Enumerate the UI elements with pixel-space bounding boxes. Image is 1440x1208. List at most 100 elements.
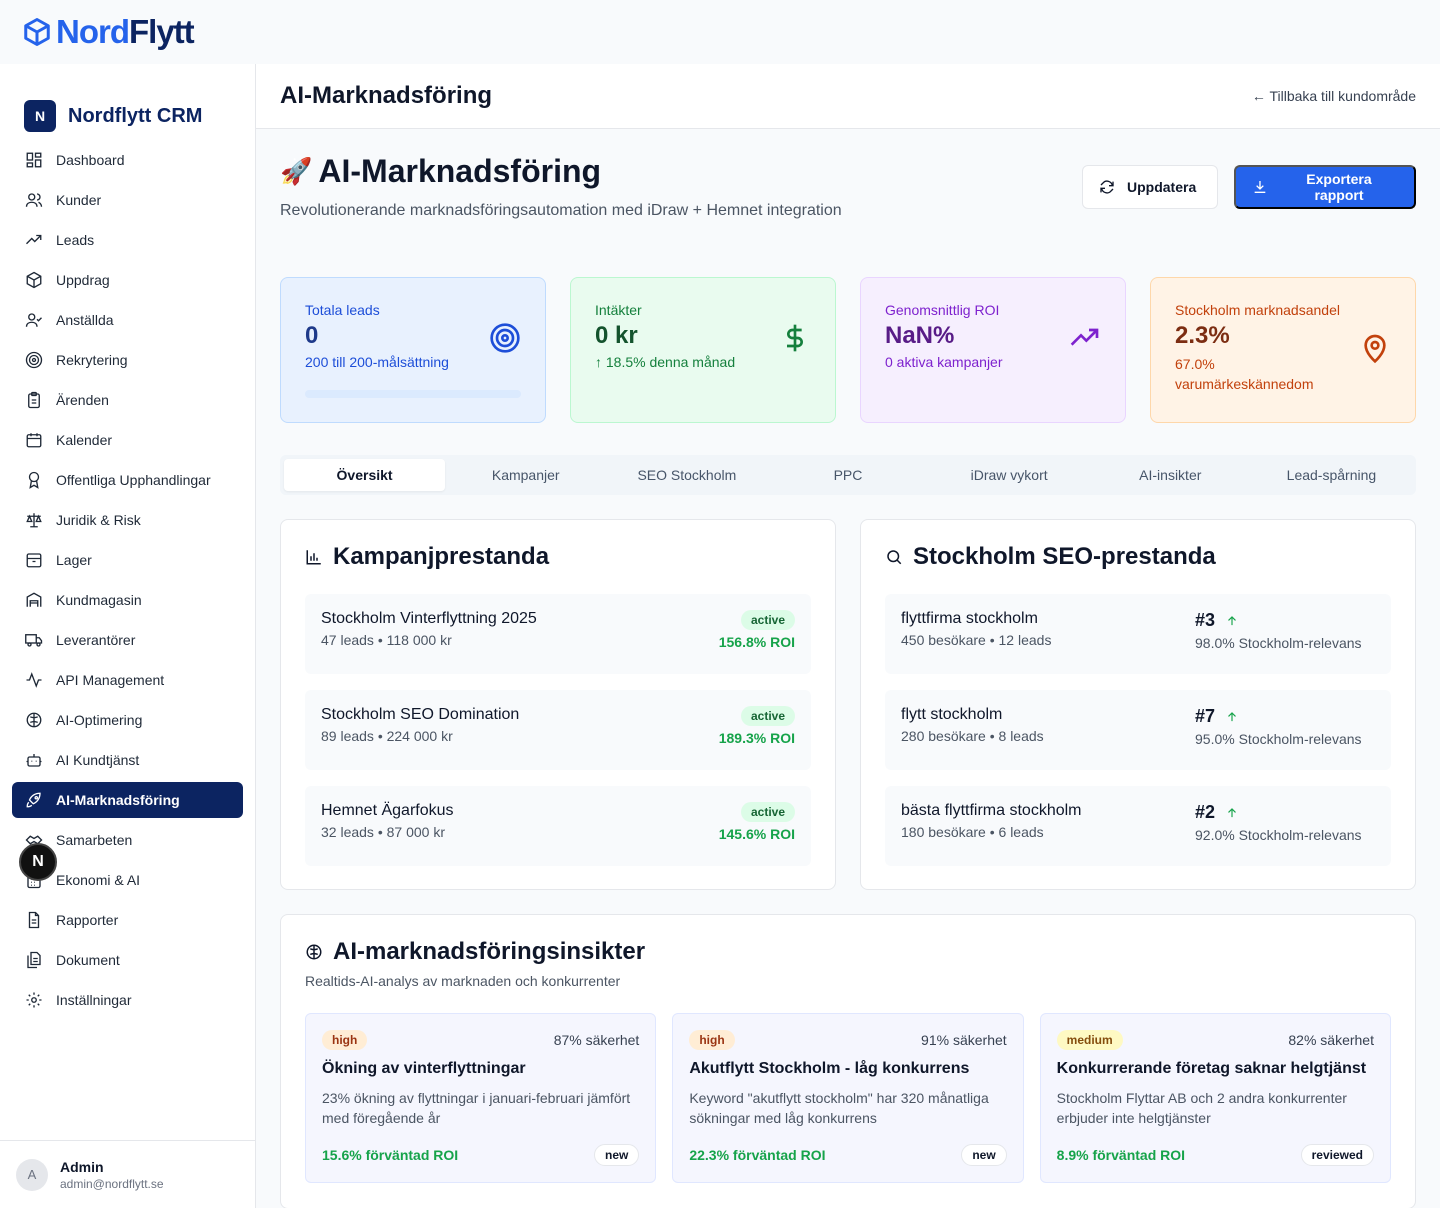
sidebar-item-label: API Management — [56, 672, 165, 688]
files-icon — [24, 950, 44, 970]
clipboard-icon — [24, 390, 44, 410]
sidebar-item-api[interactable]: API Management — [12, 662, 243, 698]
file-text-icon — [24, 910, 44, 930]
gear-icon — [24, 990, 44, 1010]
insight-card[interactable]: medium 82% säkerhet Konkurrerande företag… — [1039, 1013, 1391, 1183]
search-icon — [887, 550, 902, 565]
tab-ai-insikter[interactable]: AI-insikter — [1090, 459, 1251, 491]
tab-seo-stockholm[interactable]: SEO Stockholm — [606, 459, 767, 491]
activity-icon — [24, 670, 44, 690]
confidence: 91% säkerhet — [921, 1032, 1007, 1048]
tab-kampanjer[interactable]: Kampanjer — [445, 459, 606, 491]
sidebar-item-kunder[interactable]: Kunder — [12, 182, 243, 218]
card-title-text: Stockholm SEO-prestanda — [913, 543, 1216, 570]
sidebar-item-leverantorer[interactable]: Leverantörer — [12, 622, 243, 658]
rocket-emoji-icon: 🚀 — [280, 156, 313, 186]
campaign-meta: 47 leads • 118 000 kr — [321, 632, 452, 648]
export-report-button[interactable]: Exportera rapport — [1234, 165, 1416, 209]
sidebar-item-lager[interactable]: Lager — [12, 542, 243, 578]
tab-lead-sparning[interactable]: Lead-spårning — [1251, 459, 1412, 491]
download-icon — [1254, 181, 1266, 193]
sidebar-item-upphandlingar[interactable]: Offentliga Upphandlingar — [12, 462, 243, 498]
sidebar-item-dokument[interactable]: Dokument — [12, 942, 243, 978]
stat-label: Intäkter — [595, 302, 642, 318]
card-title-text: AI-marknadsföringsinsikter — [333, 938, 646, 965]
campaign-name: Stockholm SEO Domination — [321, 706, 520, 723]
page-header: AI-Marknadsföring ← Tillbaka till kundom… — [256, 64, 1440, 129]
seo-keyword: bästa flyttfirma stockholm — [901, 802, 1082, 819]
sidebar-item-ai-marknadsforing[interactable]: AI-Marknadsföring — [12, 782, 243, 818]
arrow-up-icon — [1228, 615, 1236, 625]
insight-card[interactable]: high 91% säkerhet Akutflytt Stockholm - l… — [672, 1013, 1024, 1183]
sidebar-item-label: Dokument — [56, 952, 120, 968]
sidebar-item-ai-optimering[interactable]: AI-Optimering — [12, 702, 243, 738]
target-icon — [24, 350, 44, 370]
refresh-button[interactable]: Uppdatera — [1082, 165, 1218, 209]
bot-icon — [24, 750, 44, 770]
sidebar-item-anstallda[interactable]: Anställda — [12, 302, 243, 338]
truck-icon — [24, 630, 44, 650]
sidebar-item-label: Anställda — [56, 312, 114, 328]
campaign-meta: 89 leads • 224 000 kr — [321, 728, 453, 744]
seo-rank: #3 — [1195, 610, 1216, 630]
sidebar-item-label: Leverantörer — [56, 632, 136, 648]
nordflytt-logo[interactable]: Nord Flytt — [22, 13, 195, 51]
refresh-icon — [1100, 180, 1114, 194]
campaign-roi: 156.8% ROI — [718, 634, 795, 650]
export-label: Exportera rapport — [1306, 171, 1372, 203]
brand-bar: Nord Flytt — [0, 0, 1440, 64]
award-icon — [24, 470, 44, 490]
priority-badge: high — [689, 1030, 735, 1050]
stat-total-leads: Totala leads 0 200 till 200-målsättning — [280, 277, 546, 423]
stat-sub: ↑ 18.5% denna månad — [595, 354, 736, 370]
confidence: 87% säkerhet — [553, 1032, 640, 1048]
package-icon — [24, 270, 44, 290]
campaign-row[interactable]: Hemnet Ägarfokus 32 leads • 87 000 kr act… — [305, 786, 811, 866]
sidebar-item-ai-kundtjanst[interactable]: AI Kundtjänst — [12, 742, 243, 778]
sidebar-item-arenden[interactable]: Ärenden — [12, 382, 243, 418]
seo-keyword-row[interactable]: bästa flyttfirma stockholm 180 besökare •… — [885, 786, 1391, 866]
tab-ppc[interactable]: PPC — [767, 459, 928, 491]
page-title: AI-Marknadsföring — [280, 82, 493, 109]
sidebar: N Nordflytt CRM Dashboard Kunder Leads U… — [0, 64, 256, 1208]
sidebar-item-label: Juridik & Risk — [56, 512, 141, 528]
back-link[interactable]: ← Tillbaka till kundområde — [1252, 88, 1416, 104]
avatar: A — [16, 1158, 48, 1191]
sidebar-item-label: AI-Marknadsföring — [56, 792, 180, 808]
campaign-row[interactable]: Stockholm SEO Domination 89 leads • 224 0… — [305, 690, 811, 770]
campaign-meta: 32 leads • 87 000 kr — [321, 824, 445, 840]
trending-up-icon — [24, 230, 44, 250]
tab-oversikt[interactable]: Översikt — [284, 459, 446, 491]
warehouse-icon — [24, 590, 44, 610]
seo-rank: #7 — [1195, 706, 1216, 726]
seo-keyword-row[interactable]: flyttfirma stockholm 450 besökare • 12 le… — [885, 594, 1391, 674]
seo-keyword-row[interactable]: flytt stockholm 280 besökare • 8 leads #7… — [885, 690, 1391, 770]
sidebar-item-dashboard[interactable]: Dashboard — [12, 142, 243, 178]
bar-chart-icon — [306, 550, 321, 565]
brain-icon — [24, 710, 44, 730]
stat-sub: 0 aktiva kampanjer — [885, 354, 1003, 370]
sidebar-item-label: Uppdrag — [56, 272, 110, 288]
sidebar-item-kundmagasin[interactable]: Kundmagasin — [12, 582, 243, 618]
sidebar-item-rapporter[interactable]: Rapporter — [12, 902, 243, 938]
tab-idraw-vykort[interactable]: iDraw vykort — [929, 459, 1090, 491]
sidebar-item-kalender[interactable]: Kalender — [12, 422, 243, 458]
sidebar-item-installningar[interactable]: Inställningar — [12, 982, 243, 1018]
hero: 🚀 AI-Marknadsföring Revolutionerande mar… — [280, 153, 1416, 253]
insight-card[interactable]: high 87% säkerhet Ökning av vinterflyttni… — [305, 1013, 657, 1183]
sidebar-item-leads[interactable]: Leads — [12, 222, 243, 258]
campaign-row[interactable]: Stockholm Vinterflyttning 2025 47 leads •… — [305, 594, 811, 674]
sidebar-item-rekrytering[interactable]: Rekrytering — [12, 342, 243, 378]
hero-subtitle: Revolutionerande marknadsföringsautomati… — [280, 202, 842, 219]
insight-title: Konkurrerande företag saknar helgtjänst — [1056, 1060, 1367, 1077]
expected-roi: 15.6% förväntad ROI — [322, 1147, 459, 1163]
sidebar-item-juridik[interactable]: Juridik & Risk — [12, 502, 243, 538]
sidebar-nav: Dashboard Kunder Leads Uppdrag Anställda… — [12, 142, 243, 1022]
campaign-roi: 189.3% ROI — [718, 730, 795, 746]
sidebar-item-uppdrag[interactable]: Uppdrag — [12, 262, 243, 298]
insight-description: Keyword "akutflytt stockholm" har 320 må… — [689, 1090, 989, 1126]
next-dev-badge[interactable]: N — [19, 843, 57, 881]
box-icon — [24, 18, 50, 46]
user-profile[interactable]: A Admin admin@nordflytt.se — [0, 1140, 256, 1208]
seo-relevance: 98.0% Stockholm-relevans — [1195, 635, 1362, 651]
